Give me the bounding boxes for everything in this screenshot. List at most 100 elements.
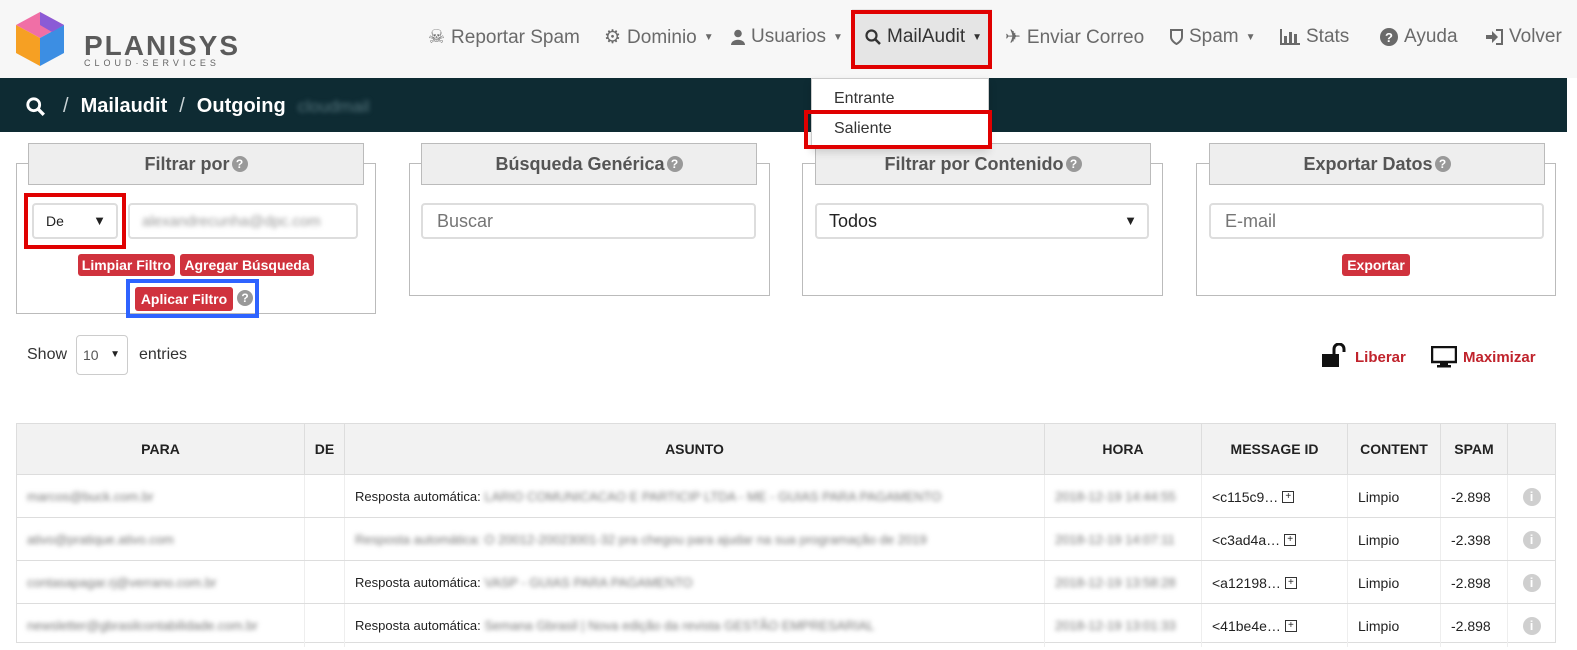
cell-spam: -2.898 [1441,475,1508,518]
expand-plus-icon[interactable]: + [1282,490,1295,503]
table-row[interactable]: marcos@buck.com.br Resposta automática: … [17,474,1555,518]
nav-usuarios[interactable]: Usuarios ▼ [731,26,843,48]
content-filter-value: Todos [829,210,878,231]
export-email-box[interactable] [1223,209,1542,233]
col-header-hora[interactable]: HORA [1045,424,1202,474]
cell-spam: -2.898 [1441,561,1508,604]
info-icon[interactable]: i [1522,573,1541,592]
expand-plus-icon[interactable]: + [1284,619,1297,632]
cell-para-text: newsletter@gbrasilcontabilidade.com.br [27,618,258,633]
export-email-input[interactable] [1209,203,1544,239]
search-input-box[interactable] [435,209,754,233]
nav-spam[interactable]: Spam ▼ [1170,26,1256,48]
caret-down-icon: ▼ [110,349,120,360]
table-row[interactable]: ativo@pratique.ativo.com Resposta automá… [17,517,1555,561]
paper-plane-icon: ✈ [1005,27,1021,48]
expand-plus-icon[interactable]: + [1284,576,1297,589]
planisys-logo[interactable]: PLANISYS CLOUD·SERVICES [14,10,238,68]
panel-busqueda-title: Búsqueda Genérica? [421,143,757,185]
help-icon[interactable]: ? [231,156,248,172]
cell-spam: -2.398 [1441,518,1508,561]
nav-volver-label: Volver [1509,26,1562,47]
cell-de [305,561,345,604]
col-header-spam[interactable]: SPAM [1441,424,1508,474]
maximizar-link[interactable]: Maximizar [1463,349,1536,366]
search-input[interactable] [421,203,756,239]
table-row[interactable]: contasapagar.rj@verrano.com.br Resposta … [17,560,1555,604]
caret-down-icon: ▼ [703,32,714,43]
panel-contenido-title-text: Filtrar por Contenido [884,153,1064,174]
cell-para: newsletter@gbrasilcontabilidade.com.br [17,604,305,647]
liberar-link[interactable]: Liberar [1355,349,1406,366]
brand-sub: CLOUD·SERVICES [84,58,220,68]
mail-table: PARA DE ASUNTO HORA MESSAGE ID CONTENT S… [16,423,1556,647]
message-id-text: <41be4e… [1212,617,1281,634]
question-icon: ? [1380,28,1398,46]
asunto-text: Resposta automática: O 20012-20023001-32… [355,532,927,547]
nav-dominio-label: Dominio [627,26,697,48]
cell-para-text: marcos@buck.com.br [27,489,154,504]
panel-exportar-title-text: Exportar Datos [1303,153,1433,174]
highlight-mailaudit [851,10,992,69]
info-icon[interactable]: i [1522,616,1541,635]
unlock-icon[interactable] [1322,342,1346,372]
dropdown-item-entrante[interactable]: Entrante [834,90,894,108]
expand-plus-icon[interactable]: + [1284,533,1297,546]
entries-label: entries [139,346,188,363]
cell-info: i [1508,475,1555,518]
nav-stats[interactable]: Stats [1280,26,1349,48]
agregar-busqueda-button[interactable]: Agregar Búsqueda [180,254,314,276]
col-header-de[interactable]: DE [305,424,345,474]
filter-value-text: alexandrecunha@dpc.com [142,212,321,230]
top-navbar: PLANISYS CLOUD·SERVICES ☠ Reportar Spam … [0,0,1577,78]
breadcrumb-mailaudit[interactable]: Mailaudit [81,95,168,118]
cell-message-id: <c3ad4a… + [1202,518,1348,561]
cell-content: Limpio [1348,518,1441,561]
cell-content: Limpio [1348,475,1441,518]
bar-chart-icon [1280,29,1300,45]
content-filter-select[interactable]: Todos ▼ [815,203,1149,239]
col-header-asunto[interactable]: ASUNTO [345,424,1045,474]
message-id-text: <c3ad4a… [1212,531,1281,548]
entries-select[interactable]: 10 ▼ [76,335,128,375]
nav-reportar-spam[interactable]: ☠ Reportar Spam [428,26,580,49]
help-icon[interactable]: ? [666,156,683,172]
nav-enviar-correo[interactable]: ✈ Enviar Correo [1005,26,1144,49]
exportar-button[interactable]: Exportar [1342,254,1410,276]
col-header-content[interactable]: CONTENT [1348,424,1441,474]
user-icon [731,29,745,45]
filter-value-input[interactable]: alexandrecunha@dpc.com [128,203,358,239]
nav-stats-label: Stats [1306,26,1350,47]
breadcrumb-bar: / Mailaudit / Outgoing cloudmail [0,78,1567,132]
nav-ayuda[interactable]: ? Ayuda [1380,26,1458,48]
nav-dominio[interactable]: ⚙ Dominio ▼ [604,26,714,49]
info-icon[interactable]: i [1522,487,1541,506]
cell-message-id: <a12198… + [1202,561,1348,604]
col-header-para[interactable]: PARA [17,424,305,474]
cell-asunto: Resposta automática: LARIO COMUNICACAO E… [345,475,1045,518]
hora-text: 2018-12-19 14:44:55 [1055,489,1176,504]
cell-message-id: <c115c9… + [1202,475,1348,518]
table-row[interactable]: newsletter@gbrasilcontabilidade.com.br R… [17,603,1555,647]
aplicar-filtro-button[interactable]: Aplicar Filtro [135,287,233,311]
help-icon[interactable]: ? [1065,156,1082,172]
sign-in-icon [1486,29,1503,45]
panel-exportar-title: Exportar Datos? [1209,143,1545,185]
cell-asunto: Resposta automática: VASP - GUIAS PARA P… [345,561,1045,604]
limpiar-filtro-button[interactable]: Limpiar Filtro [78,254,175,276]
monitor-icon[interactable] [1430,345,1458,373]
search-icon[interactable] [26,97,45,116]
show-label: Show [27,346,68,363]
info-icon[interactable]: i [1522,530,1541,549]
cell-content: Limpio [1348,604,1441,647]
cell-para: contasapagar.rj@verrano.com.br [17,561,305,604]
hora-text: 2018-12-19 13:01:33 [1055,618,1176,633]
nav-volver[interactable]: Volver [1486,26,1562,48]
nav-reportar-spam-label: Reportar Spam [451,26,580,48]
help-icon[interactable]: ? [1434,156,1451,172]
col-header-message-id[interactable]: MESSAGE ID [1202,424,1348,474]
breadcrumb-separator: / [179,95,185,117]
cell-de [305,475,345,518]
cell-spam: -2.898 [1441,604,1508,647]
help-icon[interactable]: ? [237,290,253,306]
